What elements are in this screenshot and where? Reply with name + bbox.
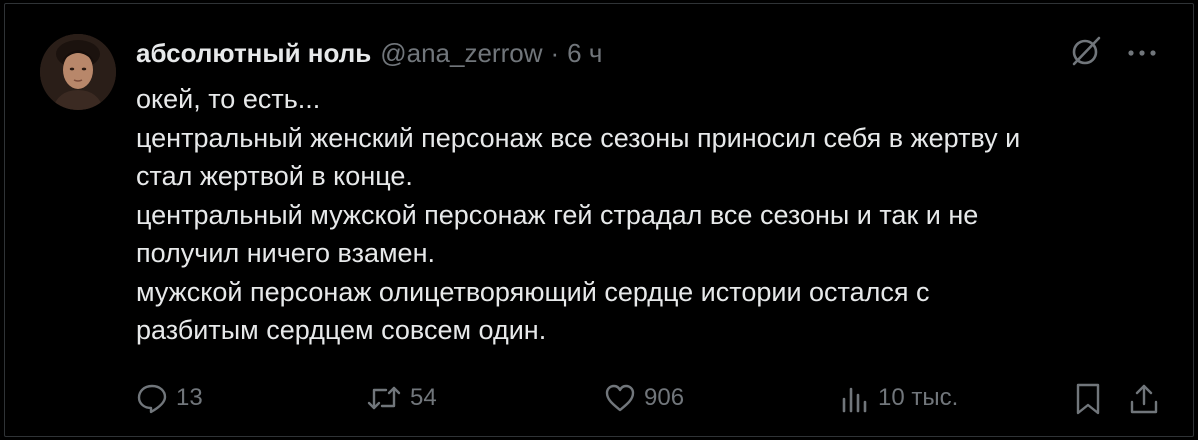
timestamp[interactable]: 6 ч — [567, 38, 602, 69]
like-count: 906 — [644, 384, 685, 411]
avatar-photo — [40, 34, 116, 110]
share-icon — [1128, 382, 1160, 416]
header-icons — [1069, 34, 1157, 73]
action-bar: 13 54 906 10 тыс. — [136, 382, 1160, 422]
more-icon[interactable] — [1127, 45, 1157, 63]
grok-icon[interactable] — [1069, 34, 1103, 73]
bookmark-button[interactable] — [1074, 382, 1102, 416]
display-name[interactable]: абсолютный ноль — [136, 38, 371, 69]
views-count: 10 тыс. — [878, 384, 959, 411]
repost-icon — [366, 382, 402, 414]
reply-button[interactable]: 13 — [136, 382, 203, 414]
user-handle[interactable]: @ana_zerrow — [380, 38, 542, 69]
tweet-text: окей, то есть... центральный женский пер… — [136, 84, 1021, 345]
reply-count: 13 — [176, 384, 203, 411]
avatar[interactable] — [40, 34, 116, 110]
heart-icon — [604, 382, 636, 414]
tweet-header: абсолютный ноль @ana_zerrow · 6 ч — [136, 38, 602, 70]
share-button[interactable] — [1128, 382, 1160, 416]
analytics-icon — [840, 382, 870, 414]
repost-count: 54 — [410, 384, 437, 411]
bookmark-icon — [1074, 382, 1102, 416]
like-button[interactable]: 906 — [604, 382, 684, 414]
repost-button[interactable]: 54 — [366, 382, 437, 414]
reply-icon — [136, 382, 168, 414]
views-button[interactable]: 10 тыс. — [840, 382, 958, 414]
separator-dot: · — [550, 38, 560, 68]
tweet-card[interactable]: абсолютный ноль @ana_zerrow · 6 ч окей, … — [4, 3, 1194, 437]
